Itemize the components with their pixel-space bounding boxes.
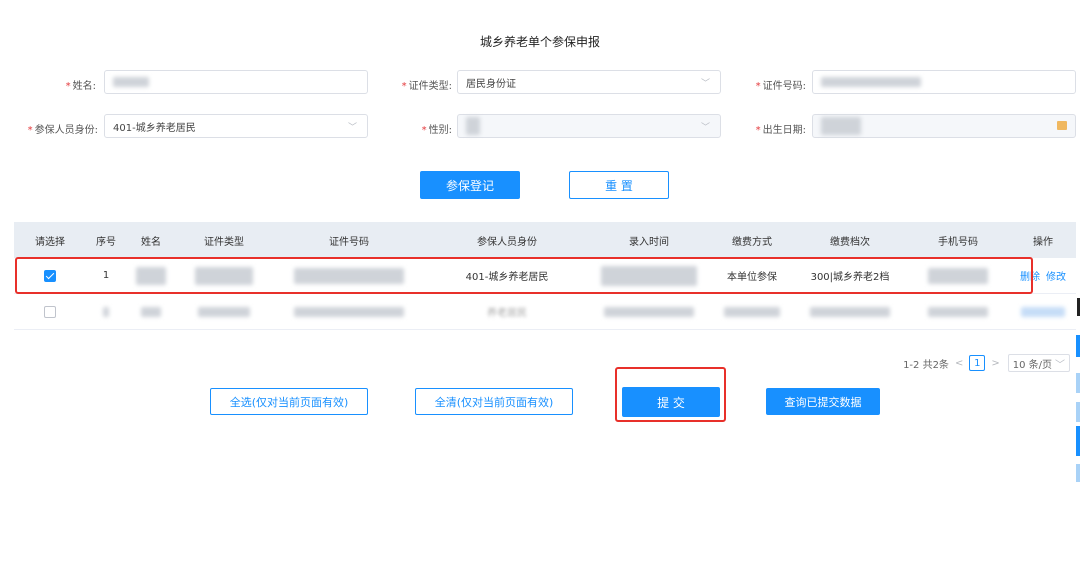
calendar-icon bbox=[1057, 121, 1067, 130]
insured-identity-select[interactable]: 401-城乡养老居民 ﹀ bbox=[104, 114, 368, 138]
page-title: 城乡养老单个参保申报 bbox=[479, 35, 600, 49]
col-actions: 操作 bbox=[1033, 236, 1053, 248]
id-type-select[interactable]: 居民身份证 ﹀ bbox=[457, 70, 721, 94]
col-name: 姓名 bbox=[141, 236, 161, 248]
name-label: * 姓名: bbox=[65, 81, 96, 92]
pay-grade-cell bbox=[810, 306, 890, 317]
pagination: 1-2 共2条 < 1 > 10 条/页 ﹀ bbox=[903, 354, 1070, 372]
col-identity: 参保人员身份 bbox=[477, 236, 537, 248]
birth-date-picker[interactable] bbox=[812, 114, 1076, 138]
birth-date-label: * 出生日期: bbox=[755, 125, 806, 136]
gender-label: * 性别: bbox=[421, 125, 452, 136]
id-type-label: * 证件类型: bbox=[401, 81, 452, 92]
select-all-button[interactable]: 全选(仅对当前页面有效) bbox=[210, 388, 368, 415]
edit-link[interactable]: 修改 bbox=[1046, 268, 1066, 283]
table-row[interactable]: 养老居民 bbox=[14, 294, 1076, 330]
chevron-down-icon: ﹀ bbox=[700, 123, 710, 133]
entry-time-cell bbox=[604, 306, 694, 317]
page-number[interactable]: 1 bbox=[969, 355, 986, 371]
pagination-summary: 1-2 共2条 bbox=[903, 359, 949, 371]
id-type-cell bbox=[195, 266, 253, 285]
col-index: 序号 bbox=[96, 236, 116, 248]
col-id-no: 证件号码 bbox=[329, 236, 369, 248]
row-index bbox=[103, 306, 109, 317]
register-button[interactable]: 参保登记 bbox=[420, 171, 520, 199]
row-checkbox[interactable] bbox=[44, 305, 56, 318]
table-row[interactable]: 1 401-城乡养老居民 本单位参保 300|城乡养老2档 删除 修改 bbox=[14, 258, 1076, 294]
name-cell bbox=[141, 306, 161, 317]
chevron-down-icon: ﹀ bbox=[347, 123, 357, 133]
edge-tab[interactable] bbox=[1076, 402, 1080, 422]
next-page-icon[interactable]: > bbox=[991, 358, 999, 369]
edge-tab[interactable] bbox=[1076, 464, 1080, 482]
name-cell bbox=[136, 266, 166, 285]
edge-tab[interactable] bbox=[1076, 335, 1080, 357]
edge-tab[interactable] bbox=[1076, 373, 1080, 393]
pay-method-cell: 本单位参保 bbox=[727, 272, 777, 283]
insured-table: 请选择 序号 姓名 证件类型 证件号码 参保人员身份 录入时间 缴费方式 缴费档… bbox=[14, 222, 1076, 330]
submit-button[interactable]: 提 交 bbox=[622, 387, 720, 417]
chevron-down-icon: ﹀ bbox=[700, 79, 710, 89]
pay-grade-cell: 300|城乡养老2档 bbox=[810, 272, 890, 283]
id-no-cell bbox=[294, 267, 404, 284]
phone-cell bbox=[928, 267, 988, 284]
pay-method-cell bbox=[724, 306, 780, 317]
identity-cell: 养老居民 bbox=[487, 308, 527, 319]
col-pay-grade: 缴费档次 bbox=[830, 236, 870, 248]
delete-link[interactable]: 删除 bbox=[1020, 268, 1040, 283]
page-size-select[interactable]: 10 条/页 ﹀ bbox=[1007, 354, 1070, 372]
col-id-type: 证件类型 bbox=[204, 236, 244, 248]
insured-identity-label: * 参保人员身份: bbox=[27, 125, 98, 136]
id-no-label: * 证件号码: bbox=[755, 81, 806, 92]
col-entry-time: 录入时间 bbox=[629, 236, 669, 248]
col-phone: 手机号码 bbox=[938, 236, 978, 248]
row-index: 1 bbox=[102, 270, 110, 281]
row-checkbox[interactable] bbox=[44, 269, 56, 282]
id-no-cell bbox=[294, 306, 404, 317]
col-pay-method: 缴费方式 bbox=[732, 236, 772, 248]
id-no-input[interactable] bbox=[812, 70, 1076, 94]
col-select: 请选择 bbox=[35, 236, 65, 248]
phone-cell bbox=[928, 306, 988, 317]
id-type-cell bbox=[198, 306, 250, 317]
gender-select[interactable]: ﹀ bbox=[457, 114, 721, 138]
query-submitted-button[interactable]: 查询已提交数据 bbox=[766, 388, 880, 415]
clear-all-button[interactable]: 全清(仅对当前页面有效) bbox=[415, 388, 573, 415]
chevron-down-icon: ﹀ bbox=[1055, 359, 1065, 371]
reset-button[interactable]: 重 置 bbox=[569, 171, 669, 199]
prev-page-icon[interactable]: < bbox=[955, 358, 963, 369]
entry-time-cell bbox=[601, 265, 697, 286]
identity-cell: 401-城乡养老居民 bbox=[465, 272, 549, 283]
edge-tab[interactable] bbox=[1076, 426, 1080, 456]
table-header: 请选择 序号 姓名 证件类型 证件号码 参保人员身份 录入时间 缴费方式 缴费档… bbox=[14, 222, 1076, 258]
name-input[interactable] bbox=[104, 70, 368, 94]
actions-cell bbox=[1021, 306, 1065, 317]
